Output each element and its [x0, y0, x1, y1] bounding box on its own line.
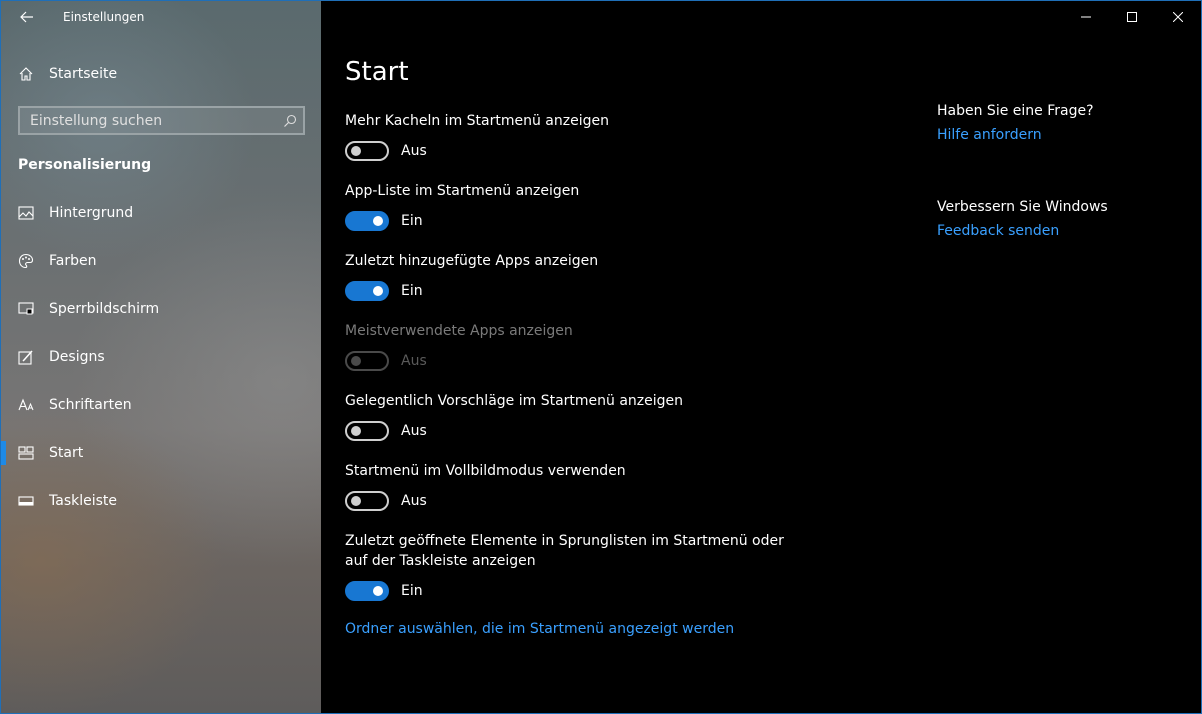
setting-label: Zuletzt geöffnete Elemente in Sprunglist… [345, 533, 784, 569]
toggle-state: Ein [401, 283, 423, 299]
help-question-section: Haben Sie eine Frage? Hilfe anfordern [937, 103, 1187, 143]
sidebar-nav: Hintergrund Farben Sperrbildschirm Desig… [1, 189, 321, 525]
sidebar-item-designs[interactable]: Designs [1, 333, 321, 381]
help-feedback-section: Verbessern Sie Windows Feedback senden [937, 199, 1187, 239]
toggle-state: Aus [401, 493, 427, 509]
toggle-switch[interactable] [345, 281, 389, 301]
feedback-heading: Verbessern Sie Windows [937, 199, 1108, 215]
sidebar-item-label: Sperrbildschirm [49, 301, 160, 317]
taskbar-icon [18, 493, 34, 509]
sidebar-item-label: Designs [49, 349, 105, 365]
setting-label: Meistverwendete Apps anzeigen [345, 323, 573, 339]
setting-jumplists: Zuletzt geöffnete Elemente in Sprunglist… [345, 531, 795, 601]
close-button[interactable] [1155, 1, 1201, 33]
settings-window: Einstellungen Startseite Personalisierun… [0, 0, 1202, 714]
sidebar-item-home[interactable]: Startseite [18, 63, 117, 85]
search-icon[interactable] [283, 113, 297, 127]
sidebar-item-farben[interactable]: Farben [1, 237, 321, 285]
setting-most-used: Meistverwendete Apps anzeigen Aus [345, 321, 795, 371]
toggle-state: Ein [401, 583, 423, 599]
maximize-button[interactable] [1109, 1, 1155, 33]
feedback-link[interactable]: Feedback senden [937, 223, 1187, 239]
sidebar-item-taskleiste[interactable]: Taskleiste [1, 477, 321, 525]
palette-icon [18, 253, 34, 269]
setting-fullscreen: Startmenü im Vollbildmodus verwenden Aus [345, 461, 795, 511]
sidebar-item-label: Farben [49, 253, 97, 269]
maximize-icon [1127, 12, 1137, 22]
search-box [18, 106, 305, 135]
minimize-button[interactable] [1063, 1, 1109, 33]
toggle-state: Ein [401, 213, 423, 229]
setting-recently-added: Zuletzt hinzugefügte Apps anzeigen Ein [345, 251, 795, 301]
main-content: Start Mehr Kacheln im Startmenü anzeigen… [321, 1, 1201, 713]
toggle-state: Aus [401, 353, 427, 369]
home-icon [18, 66, 34, 82]
section-title: Personalisierung [18, 157, 152, 173]
back-button[interactable] [13, 5, 41, 29]
help-heading: Haben Sie eine Frage? [937, 103, 1094, 119]
toggle-state: Aus [401, 143, 427, 159]
sidebar-item-hintergrund[interactable]: Hintergrund [1, 189, 321, 237]
sidebar-item-label: Taskleiste [49, 493, 118, 509]
back-arrow-icon [20, 11, 33, 23]
start-tiles-icon [18, 445, 34, 461]
setting-label: Zuletzt hinzugefügte Apps anzeigen [345, 253, 599, 269]
home-label: Startseite [49, 66, 118, 82]
picture-icon [18, 205, 34, 221]
sidebar-item-label: Hintergrund [49, 205, 134, 221]
toggle-switch[interactable] [345, 211, 389, 231]
sidebar-item-sperrbildschirm[interactable]: Sperrbildschirm [1, 285, 321, 333]
setting-label: App-Liste im Startmenü anzeigen [345, 183, 580, 199]
choose-folders-link[interactable]: Ordner auswählen, die im Startmenü angez… [345, 621, 734, 637]
toggle-switch[interactable] [345, 141, 389, 161]
font-icon [18, 397, 34, 413]
setting-more-tiles: Mehr Kacheln im Startmenü anzeigen Aus [345, 111, 795, 161]
setting-app-list: App-Liste im Startmenü anzeigen Ein [345, 181, 795, 231]
window-controls [1063, 1, 1201, 33]
setting-suggestions: Gelegentlich Vorschläge im Startmenü anz… [345, 391, 795, 441]
close-icon [1173, 12, 1183, 22]
sidebar-item-start[interactable]: Start [1, 429, 321, 477]
setting-label: Startmenü im Vollbildmodus verwenden [345, 463, 626, 479]
setting-label: Gelegentlich Vorschläge im Startmenü anz… [345, 393, 684, 409]
toggle-switch[interactable] [345, 581, 389, 601]
sidebar: Einstellungen Startseite Personalisierun… [1, 1, 321, 713]
search-input[interactable] [30, 112, 270, 129]
brush-icon [18, 349, 34, 365]
minimize-icon [1081, 16, 1091, 18]
sidebar-item-label: Start [49, 445, 84, 461]
lockscreen-icon [18, 301, 34, 317]
window-title: Einstellungen [63, 10, 145, 24]
sidebar-item-label: Schriftarten [49, 397, 132, 413]
page-title: Start [345, 57, 409, 87]
setting-label: Mehr Kacheln im Startmenü anzeigen [345, 113, 609, 129]
toggle-switch[interactable] [345, 491, 389, 511]
toggle-state: Aus [401, 423, 427, 439]
sidebar-item-schriftarten[interactable]: Schriftarten [1, 381, 321, 429]
toggle-switch[interactable] [345, 421, 389, 441]
get-help-link[interactable]: Hilfe anfordern [937, 127, 1187, 143]
toggle-switch [345, 351, 389, 371]
